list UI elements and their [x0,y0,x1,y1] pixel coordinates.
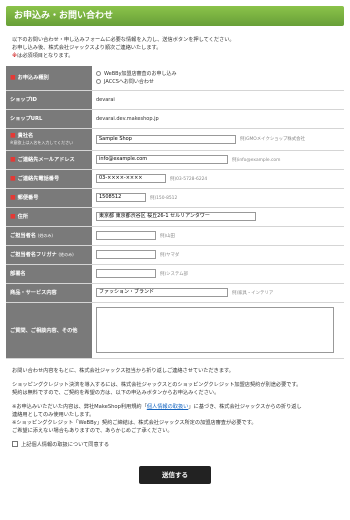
required-note-text: は必須項目となります。 [17,53,74,59]
row-zip: ■ 郵便番号 1508512 例)150-8512 [6,188,344,208]
submit-button[interactable]: 送信する [139,465,211,484]
label-zip: ■ 郵便番号 [6,188,92,208]
name-example: 例)山田 [160,233,175,239]
note-privacy-1: ※お申込みいただいた内容は、弊社MakeShop利用規約「個人情報の取扱い」に基… [12,403,302,410]
zip-input[interactable]: 1508512 [96,193,146,202]
note-reply: お問い合わせ内容をもとに、株式会社ジャックス担当から折り返しご連絡させていただき… [12,367,234,374]
row-application-type: ■ お申込み種別 WeBBy加盟店審査のお申し込み JACCSへお問い合わせ [6,66,344,91]
shop-id-value: devarai [92,90,344,110]
note-review-1: ※ショッピングクレジット「WeBBy」契約ご締結は、株式会社ジャックス所定の加盟… [12,419,257,426]
row-name: ご担当者名 (姓のみ) 例)山田 [6,226,344,246]
row-company: ■ 貴社名 ※意欲上は入名を入力してください Sample Shop 例)GMOメイク… [6,128,344,151]
row-phone: ■ ご連絡先電話番号 03-××××-×××× 例)03-5728-6224 [6,169,344,189]
shop-url-value: devarai.dev.makeshop.jp [92,109,344,129]
note-contract-2: 契約は無料ですので、ご契約を希望の方は、以下の申込みボタンからお申込みください。 [12,389,220,396]
intro-line-1: 以下のお問い合わせ・申し込みフォームに必要な情報を入力し、送信ボタンを押してくだ… [12,37,235,43]
label-dept: 部署名 [6,264,92,284]
application-type-options: WeBBy加盟店審査のお申し込み JACCSへお問い合わせ [92,66,344,91]
label-name-kana: ご担当者名フリガナ (姓のみ) [6,245,92,265]
inquiry-textarea[interactable] [96,307,334,353]
agree-checkbox[interactable] [12,441,18,447]
label-product: 商品・サービス内容 [6,283,92,303]
row-product: 商品・サービス内容 ファッション・ブランド 例)家具・インテリア [6,283,344,303]
phone-input[interactable]: 03-××××-×××× [96,174,166,183]
row-inquiry: ご質問、ご相談内容、その他 [6,302,344,359]
intro-text: 以下のお問い合わせ・申し込みフォームに必要な情報を入力し、送信ボタンを押してくだ… [12,36,344,60]
inquiry-form: ■ お申込み種別 WeBBy加盟店審査のお申し込み JACCSへお問い合わせ ショ… [6,66,344,359]
phone-example: 例)03-5728-6224 [170,176,208,182]
row-email: ■ ご連絡先メールアドレス info@example.com 例)info@exam… [6,150,344,170]
agree-row[interactable]: 上記個人情報の取扱について同意する [12,441,344,448]
note-contract-1: ショッピングクレジット決済を導入するには、株式会社ジャックスとのショッピングクレ… [12,381,302,388]
radio-button[interactable] [96,71,101,77]
label-name: ご担当者名 (姓のみ) [6,226,92,246]
row-dept: 部署名 例)システム部 [6,264,344,284]
company-example: 例)GMOメイクショップ株式会社 [240,137,305,142]
label-phone: ■ ご連絡先電話番号 [6,169,92,189]
company-input[interactable]: Sample Shop [96,134,236,144]
required-note: ※は必須項目となります。 [12,52,344,60]
zip-example: 例)150-8512 [150,195,178,201]
product-example: 例)家具・インテリア [232,290,274,296]
label-inquiry: ご質問、ご相談内容、その他 [6,302,92,359]
label-shop-url: ショップURL [6,109,92,129]
radio-webby-application[interactable]: WeBBy加盟店審査のお申し込み [96,70,340,77]
note-privacy-2: 連絡用としてのみ使用いたします。 [12,411,95,418]
note-review-2: ご希望に添えない場合もありますので、あらかじめご了承ください。 [12,427,173,434]
intro-line-2: お申し込み後、株式会社ジャックスより順次ご連絡いたします。 [12,45,162,51]
dept-example: 例)システム部 [160,271,188,277]
name-kana-input[interactable] [96,250,156,259]
name-input[interactable] [96,231,156,240]
row-name-kana: ご担当者名フリガナ (姓のみ) 例)ヤマダ [6,245,344,265]
row-address: ■ 住所 東京都 東京都渋谷区 桜丘26-1 セルリアンタワー [6,207,344,227]
privacy-policy-link[interactable]: 個人情報の取扱い [147,404,189,410]
email-example: 例)info@example.com [232,157,281,163]
dept-input[interactable] [96,269,156,278]
agree-label: 上記個人情報の取扱について同意する [21,441,110,448]
page: お申込み・お問い合わせ 以下のお問い合わせ・申し込みフォームに必要な情報を入力し… [0,0,350,484]
address-input[interactable]: 東京都 東京都渋谷区 桜丘26-1 セルリアンタワー [96,212,256,221]
radio-jaccs-inquiry[interactable]: JACCSへお問い合わせ [96,78,340,85]
label-address: ■ 住所 [6,207,92,227]
email-input[interactable]: info@example.com [96,155,228,164]
label-application-type: ■ お申込み種別 [6,66,92,91]
row-shop-url: ショップURL devarai.dev.makeshop.jp [6,109,344,129]
name-kana-example: 例)ヤマダ [160,252,180,258]
product-input[interactable]: ファッション・ブランド [96,288,228,297]
label-company: ■ 貴社名 ※意欲上は入名を入力してください [6,128,92,151]
required-mark: ■ [10,74,16,82]
radio-button[interactable] [96,79,101,85]
label-shop-id: ショップID [6,90,92,110]
label-company-note: ※意欲上は入名を入力してください [10,140,74,145]
label-email: ■ ご連絡先メールアドレス [6,150,92,170]
row-shop-id: ショップID devarai [6,90,344,110]
page-title: お申込み・お問い合わせ [6,6,344,26]
